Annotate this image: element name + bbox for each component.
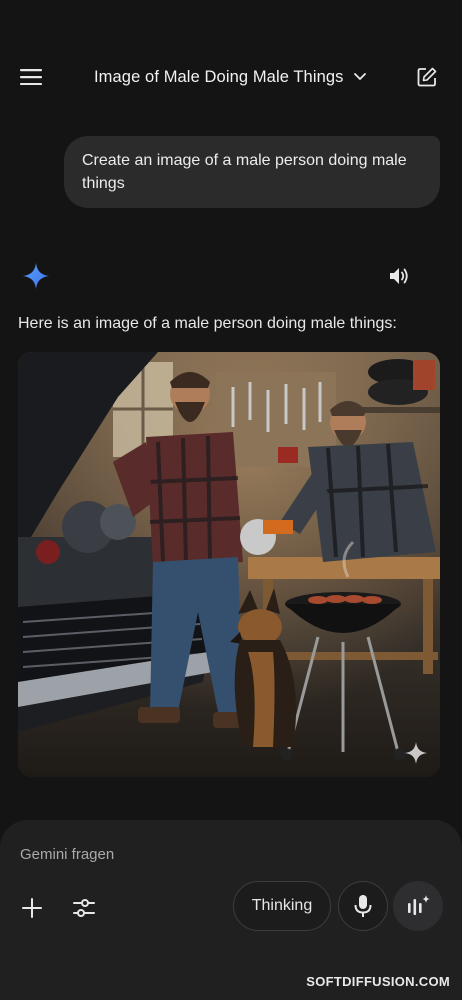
tune-icon	[73, 899, 95, 917]
conversation-title-dropdown[interactable]: Image of Male Doing Male Things	[94, 64, 366, 90]
volume-icon	[390, 268, 408, 284]
hamburger-menu-icon	[20, 69, 42, 85]
conversation-title: Image of Male Doing Male Things	[94, 67, 344, 86]
read-aloud-button[interactable]	[386, 262, 414, 290]
add-attachment-button[interactable]	[16, 892, 48, 924]
new-chat-button[interactable]	[412, 62, 442, 92]
prompt-input[interactable]	[20, 842, 420, 866]
tools-button[interactable]	[68, 892, 100, 924]
live-mode-button[interactable]	[393, 881, 443, 931]
composer-panel: Thinking	[0, 820, 462, 1000]
thinking-mode-button[interactable]: Thinking	[233, 881, 331, 931]
thinking-mode-label: Thinking	[251, 897, 313, 914]
microphone-button[interactable]	[338, 881, 388, 931]
user-message-text: Create an image of a male person doing m…	[82, 152, 407, 192]
top-bar: Image of Male Doing Male Things	[0, 52, 462, 102]
menu-button[interactable]	[14, 62, 48, 92]
site-watermark: SOFTDIFFUSION.COM	[306, 974, 450, 989]
live-waveform-icon	[408, 895, 430, 915]
chevron-down-icon	[353, 73, 366, 81]
gemini-sparkle-icon	[23, 263, 49, 289]
microphone-icon	[354, 895, 372, 917]
generated-image[interactable]	[18, 352, 440, 777]
assistant-response-text: Here is an image of a male person doing …	[18, 315, 397, 332]
edit-square-icon	[417, 67, 437, 87]
plus-icon	[22, 898, 42, 918]
user-message-bubble[interactable]: Create an image of a male person doing m…	[64, 136, 440, 208]
